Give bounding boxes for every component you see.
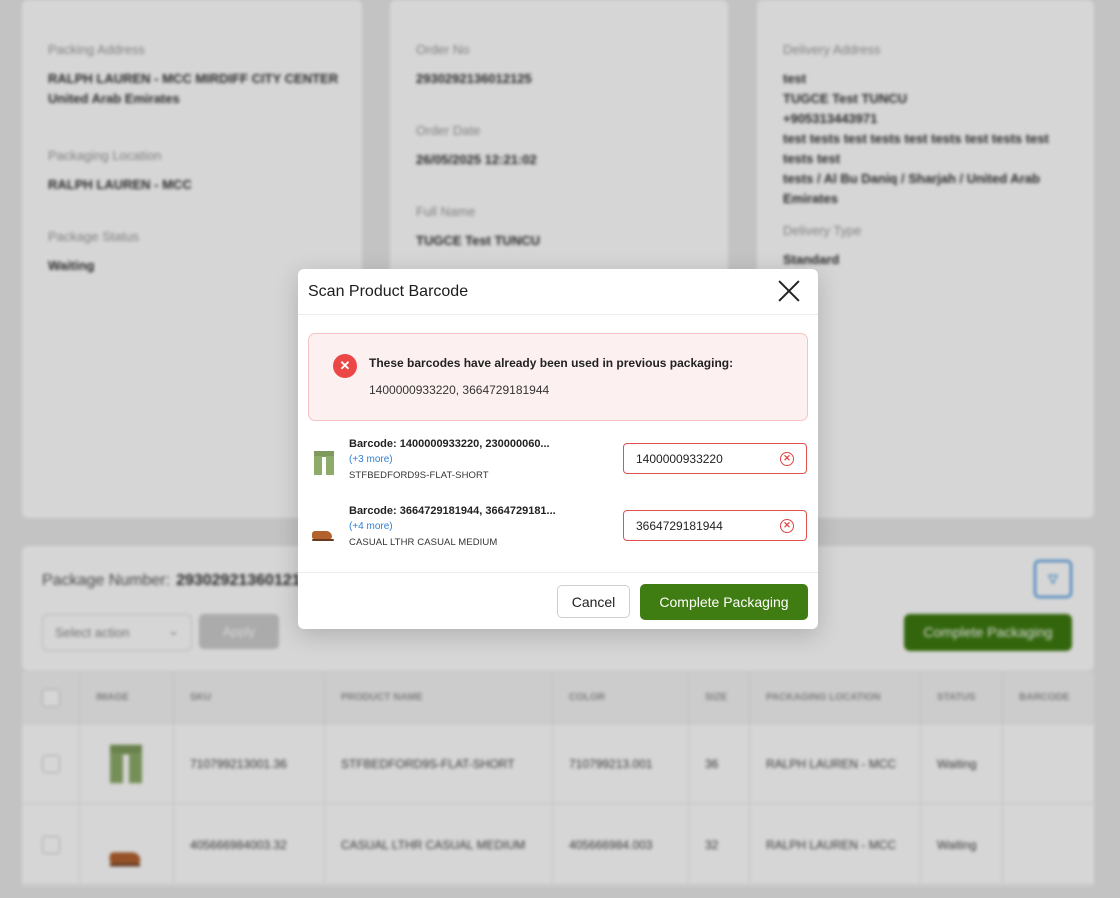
shoe-product-image [312, 531, 334, 541]
modal-footer: Cancel Complete Packaging [298, 572, 818, 629]
clear-icon[interactable]: ✕ [780, 519, 794, 533]
complete-packaging-button[interactable]: Complete Packaging [640, 584, 808, 620]
product-thumbnail [314, 450, 334, 476]
product-name: STFBEDFORD9S-FLAT-SHORT [349, 470, 489, 481]
product-barcodes: Barcode: 1400000933220, 230000060... [349, 438, 550, 450]
product-scan-row: Barcode: 1400000933220, 230000060... (+3… [298, 435, 818, 495]
more-barcodes-link[interactable]: (+4 more) [349, 521, 393, 532]
alert-codes: 1400000933220, 3664729181944 [369, 383, 550, 397]
modal-header: Scan Product Barcode [298, 269, 818, 315]
product-thumbnail [312, 522, 334, 548]
product-scan-row: Barcode: 3664729181944, 3664729181... (+… [298, 502, 818, 562]
scan-barcode-modal: Scan Product Barcode ✕ These barcodes ha… [298, 269, 818, 629]
modal-title: Scan Product Barcode [308, 283, 469, 300]
duplicate-barcode-alert: ✕ These barcodes have already been used … [308, 333, 808, 421]
shorts-product-image [314, 451, 334, 475]
clear-icon[interactable]: ✕ [780, 452, 794, 466]
more-barcodes-link[interactable]: (+3 more) [349, 454, 393, 465]
product-name: CASUAL LTHR CASUAL MEDIUM [349, 537, 498, 548]
error-icon: ✕ [333, 354, 357, 378]
cancel-button[interactable]: Cancel [557, 585, 630, 618]
product-barcodes: Barcode: 3664729181944, 3664729181... [349, 505, 556, 517]
close-icon[interactable] [776, 278, 802, 304]
alert-message: These barcodes have already been used in… [369, 356, 734, 370]
